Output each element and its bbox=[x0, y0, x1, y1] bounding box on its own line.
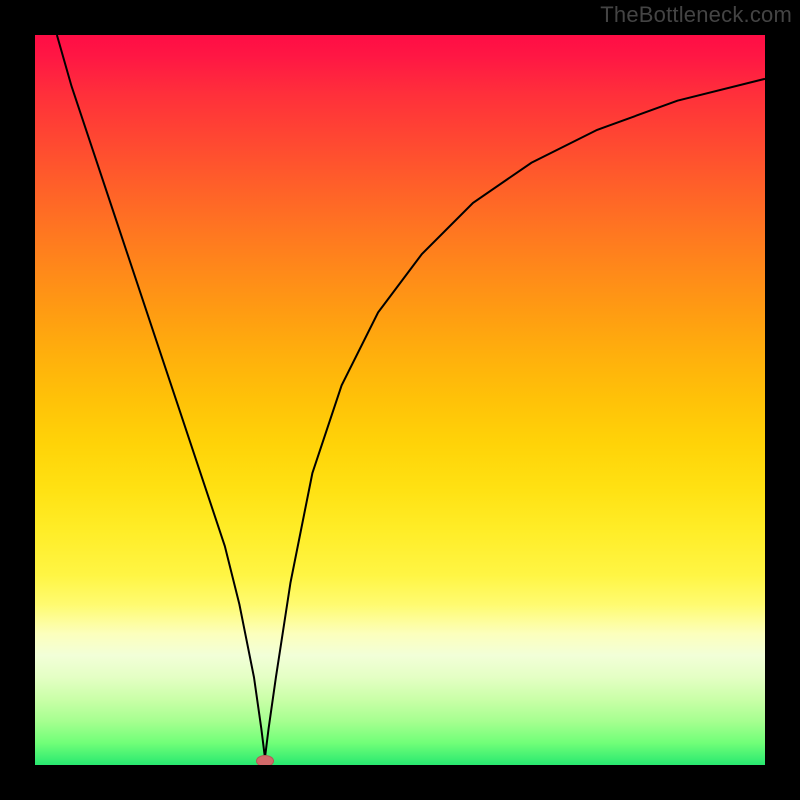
curve-path bbox=[57, 35, 765, 758]
bottleneck-curve bbox=[35, 35, 765, 765]
bottleneck-marker bbox=[256, 755, 274, 765]
chart-frame: TheBottleneck.com bbox=[0, 0, 800, 800]
watermark-text: TheBottleneck.com bbox=[600, 2, 792, 28]
plot-area bbox=[35, 35, 765, 765]
